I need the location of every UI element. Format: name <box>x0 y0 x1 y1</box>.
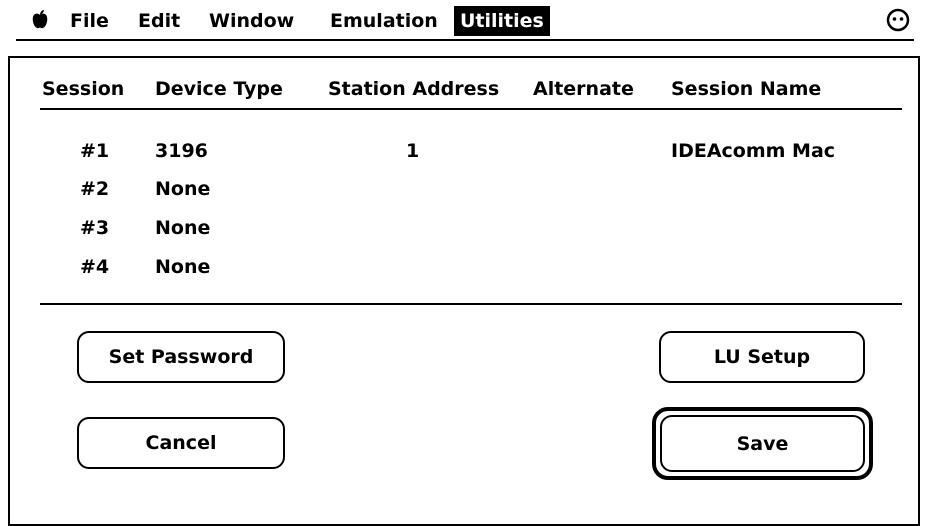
table-bottom-divider <box>40 303 902 305</box>
smiley-face-icon <box>886 8 910 32</box>
row-station-address: 1 <box>406 140 420 162</box>
header-alternate: Alternate <box>533 78 634 100</box>
menu-file[interactable]: File <box>64 6 115 36</box>
header-divider <box>40 108 902 110</box>
header-session: Session <box>42 78 125 100</box>
lu-setup-button[interactable]: LU Setup <box>659 331 865 383</box>
cancel-button[interactable]: Cancel <box>77 417 285 469</box>
menu-emulation[interactable]: Emulation <box>324 6 444 36</box>
row-device-type: None <box>155 217 211 239</box>
save-button[interactable]: Save <box>660 415 865 472</box>
row-device-type: None <box>155 256 211 278</box>
apple-menu-icon[interactable] <box>30 9 50 31</box>
row-session: #4 <box>80 256 110 278</box>
menu-bar: File Edit Window Emulation Utilities <box>0 0 931 40</box>
header-station-address: Station Address <box>328 78 500 100</box>
header-device-type: Device Type <box>155 78 283 100</box>
row-device-type: 3196 <box>155 140 208 162</box>
menu-edit[interactable]: Edit <box>132 6 186 36</box>
set-password-button[interactable]: Set Password <box>77 331 285 383</box>
header-session-name: Session Name <box>671 78 822 100</box>
menu-utilities[interactable]: Utilities <box>454 6 550 36</box>
row-device-type: None <box>155 178 211 200</box>
menu-window[interactable]: Window <box>203 6 300 36</box>
menu-bar-divider <box>16 39 914 41</box>
row-session-name: IDEAcomm Mac <box>671 140 836 162</box>
row-session: #3 <box>80 217 110 239</box>
row-session: #1 <box>80 140 110 162</box>
row-session: #2 <box>80 178 110 200</box>
